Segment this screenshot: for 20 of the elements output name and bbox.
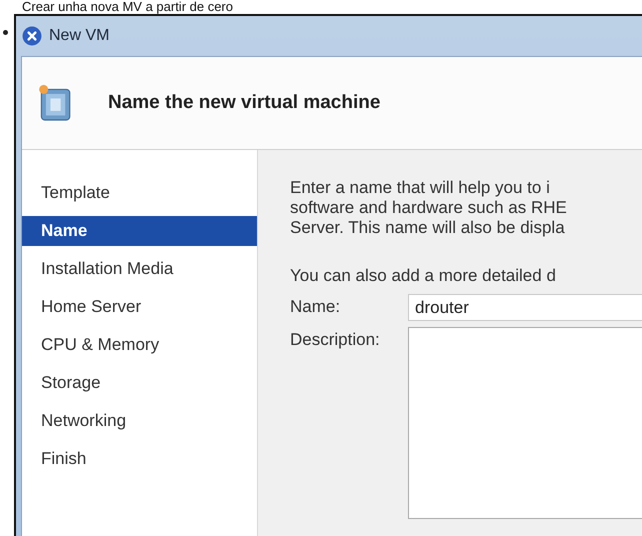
description-field[interactable] xyxy=(408,327,642,519)
name-field[interactable]: drouter xyxy=(408,294,642,321)
page-heading: Name the new virtual machine xyxy=(108,92,380,114)
window-title: New VM xyxy=(49,27,110,45)
wizard-step[interactable]: CPU & Memory xyxy=(22,330,257,360)
page-caption: Crear unha nova MV a partir de cero xyxy=(22,0,234,14)
wizard-step[interactable]: Finish xyxy=(22,444,257,474)
hint-text: You can also add a more detailed d xyxy=(290,266,557,286)
bullet-dot xyxy=(3,30,8,35)
wizard-step[interactable]: Networking xyxy=(22,406,257,436)
field-label: Description: xyxy=(290,329,381,350)
wizard-step[interactable]: Template xyxy=(22,178,257,208)
wizard-step[interactable]: Name xyxy=(22,216,257,246)
intro-text: Enter a name that will help you to i software and hardware such as RHE Server. This name will also be displa xyxy=(290,178,568,238)
app-logo-icon xyxy=(22,26,42,46)
wizard-step[interactable]: Storage xyxy=(22,368,257,398)
wizard-step[interactable]: Home Server xyxy=(22,292,257,322)
wizard-step[interactable]: Installation Media xyxy=(22,254,257,284)
virtual-machine-icon xyxy=(38,83,72,123)
field-label: Name: xyxy=(290,296,342,317)
